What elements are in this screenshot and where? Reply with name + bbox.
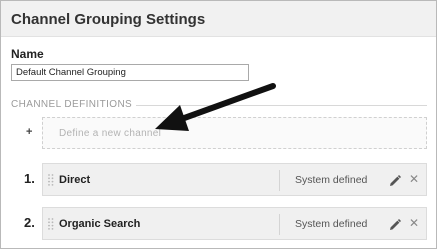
annotation-arrow-icon [155,83,276,131]
